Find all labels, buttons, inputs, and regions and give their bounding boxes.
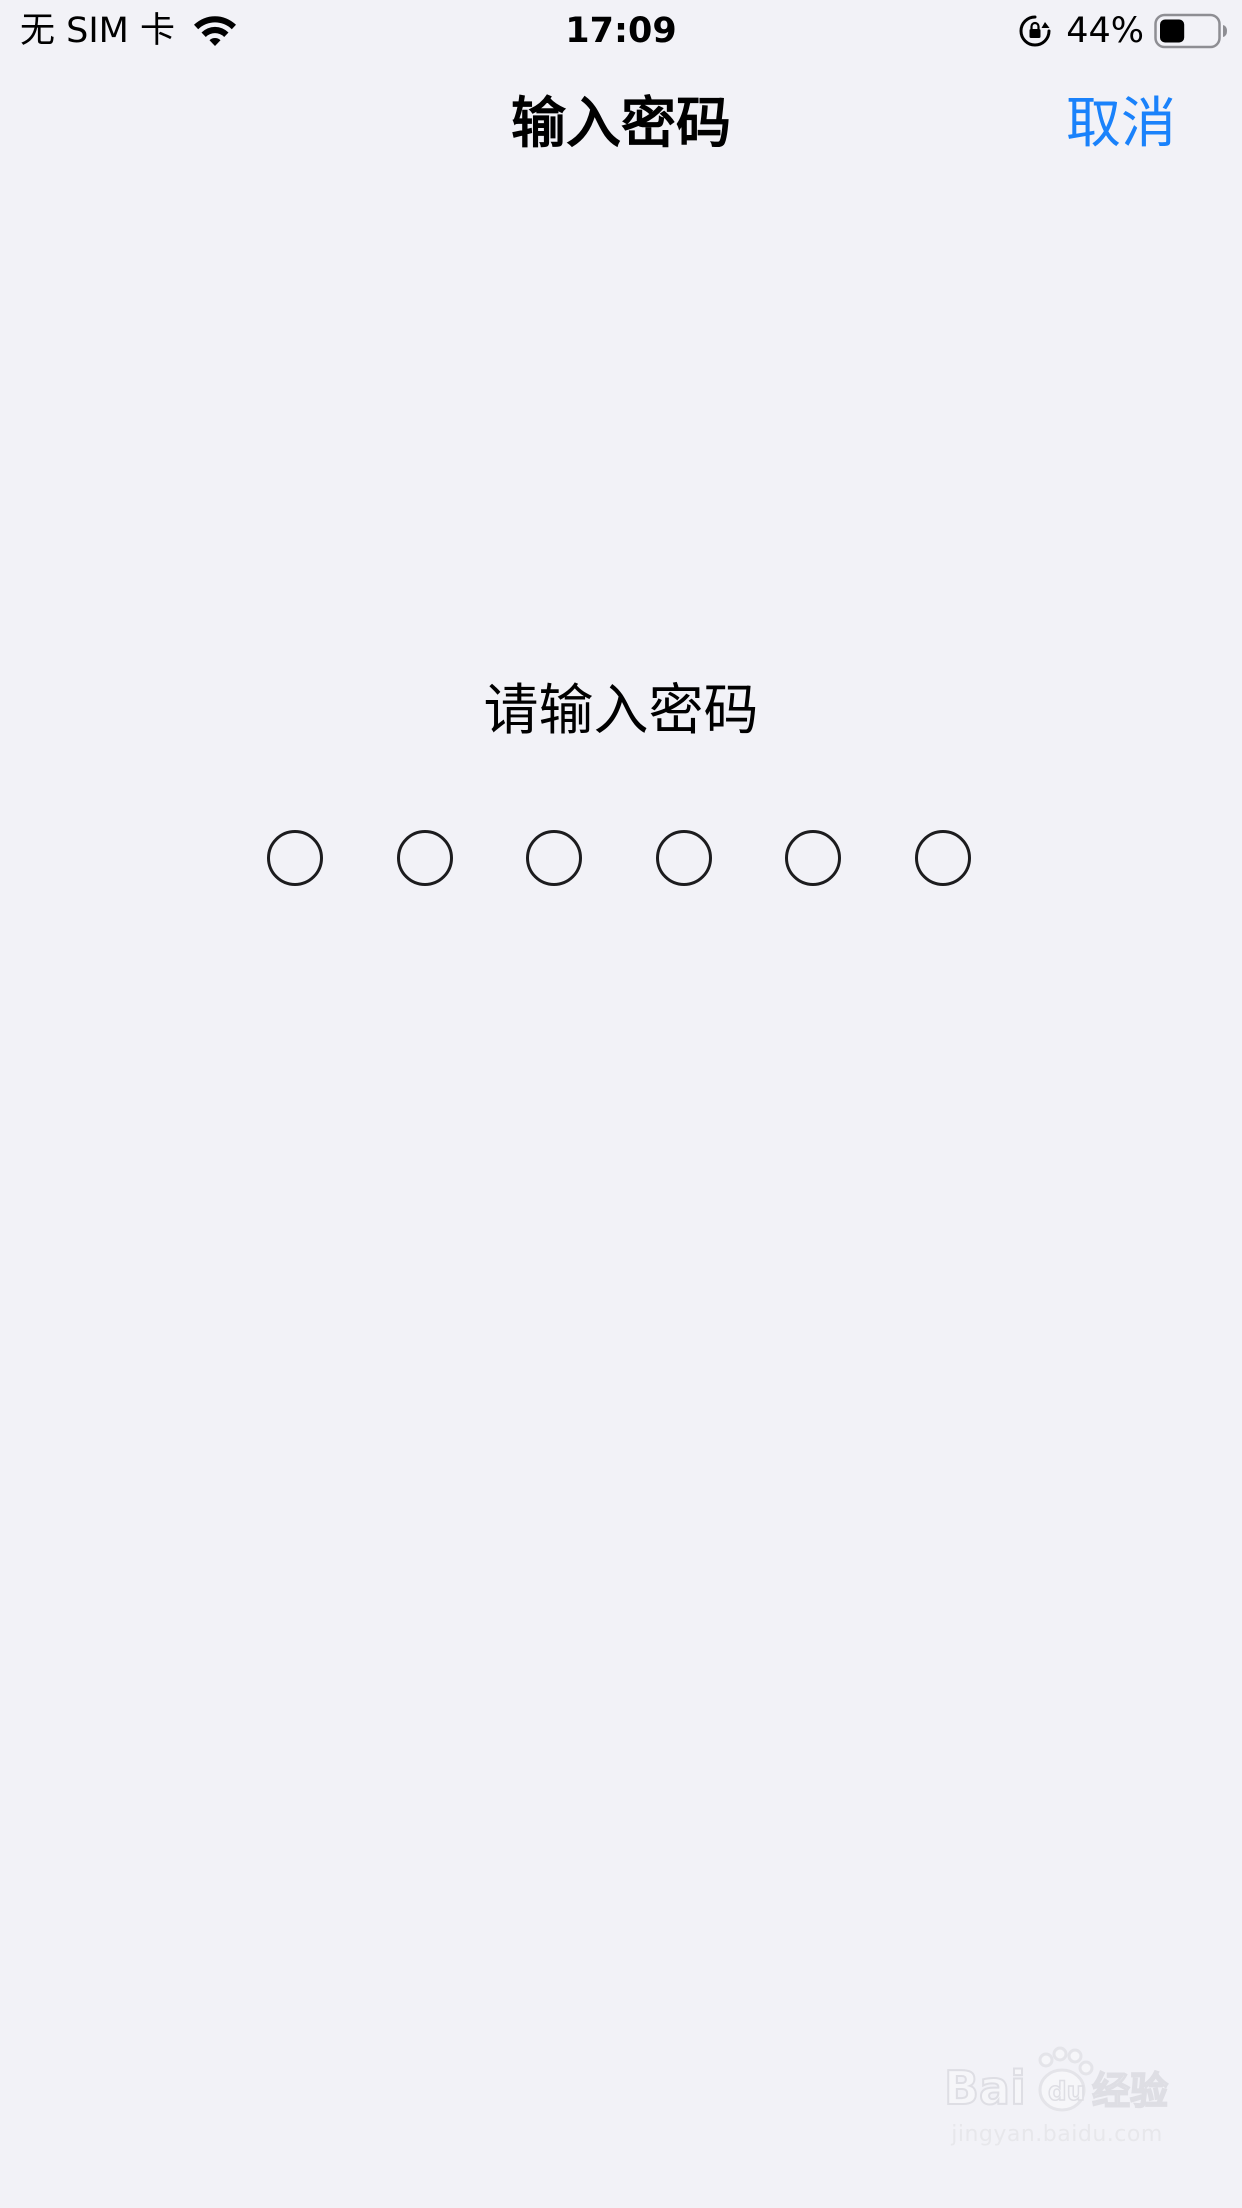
battery-percent: 44%: [1066, 11, 1144, 51]
cancel-button[interactable]: 取消: [1066, 86, 1176, 160]
passcode-dot: [267, 830, 323, 886]
status-bar: 无 SIM 卡 17:09 44%: [0, 0, 1242, 62]
status-right: 44%: [1018, 8, 1228, 54]
svg-text:经验: 经验: [1092, 2069, 1168, 2113]
battery-icon: [1154, 13, 1227, 49]
passcode-dot: [526, 830, 582, 886]
rotation-lock-icon: [1019, 15, 1051, 47]
passcode-indicator: [267, 830, 973, 888]
svg-text:du: du: [1048, 2077, 1085, 2107]
svg-text:Bai: Bai: [944, 2061, 1026, 2115]
passcode-prompt: 请输入密码: [483, 678, 759, 742]
passcode-dot: [656, 830, 712, 886]
navigation-bar: 输入密码 取消: [0, 62, 1242, 186]
passcode-dot: [397, 830, 453, 886]
passcode-dot: [915, 830, 971, 886]
baidu-jingyan-watermark: Bai du 经验 jingyan.baidu.com: [942, 2046, 1172, 2156]
battery-fill: [1160, 19, 1185, 43]
passcode-dot: [785, 830, 841, 886]
watermark-url: jingyan.baidu.com: [951, 2122, 1163, 2147]
page-title: 输入密码: [510, 91, 731, 155]
passcode-screen: 无 SIM 卡 17:09 44% 输入密码 取消 请输入密码 Bai du 经…: [0, 0, 1242, 2208]
watermark-logo: Bai du 经验: [943, 2046, 1169, 2116]
